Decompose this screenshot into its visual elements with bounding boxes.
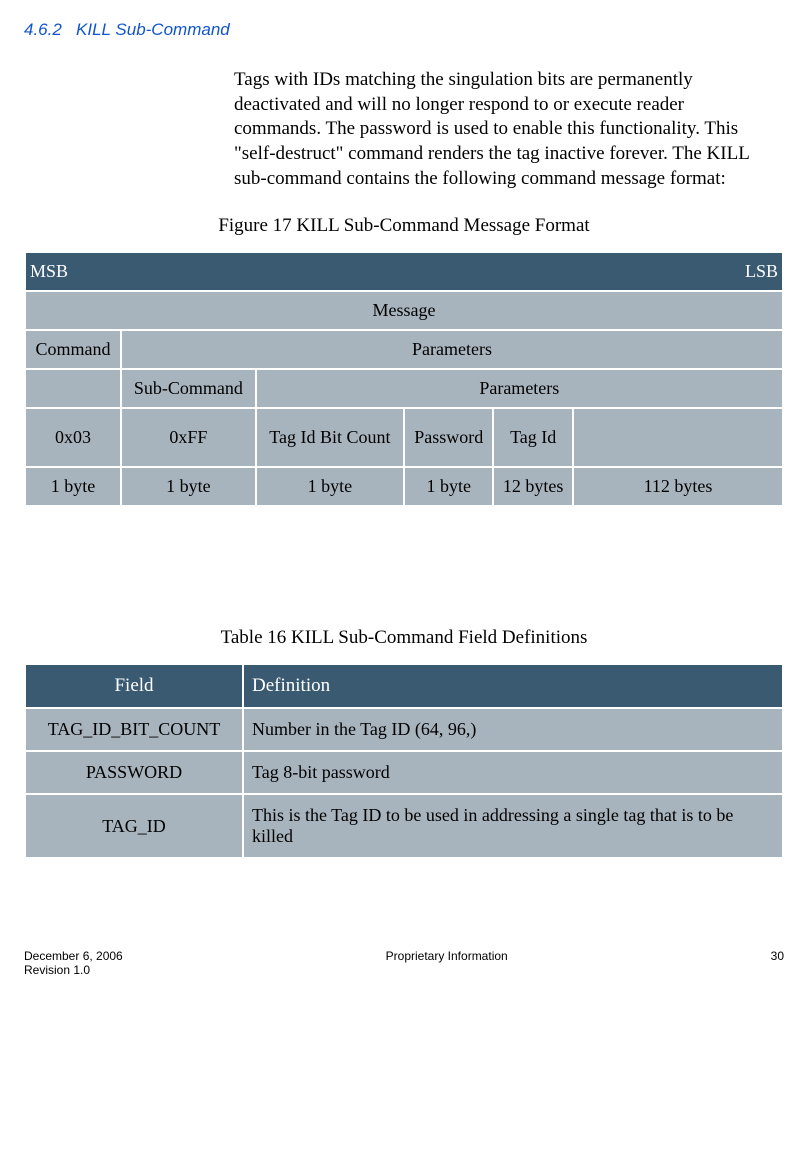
size-s1: 1 byte [122,468,255,505]
parameters-top-cell: Parameters [122,331,782,368]
section-heading: 4.6.2 KILL Sub-Command [24,20,784,40]
message-cell: Message [26,292,782,329]
lsb-label: LSB [745,261,778,282]
def-header-definition: Definition [244,665,782,707]
body-paragraph: Tags with IDs matching the singulation b… [234,68,774,191]
msb-lsb-header: MSB LSB [26,253,782,290]
parameters-sub-cell: Parameters [257,370,782,407]
footer-date: December 6, 2006 [24,949,123,963]
size-s4: 12 bytes [494,468,572,505]
footer-center: Proprietary Information [123,949,771,977]
value-c3: Password [405,409,492,466]
message-format-table: MSB LSB Message Command Parameters Sub-C… [24,251,784,507]
size-s0: 1 byte [26,468,120,505]
msb-label: MSB [30,261,68,282]
table-row-field: TAG_ID [26,795,242,857]
value-c0: 0x03 [26,409,120,466]
blank-cell [26,370,120,407]
table-row-definition: This is the Tag ID to be used in address… [244,795,782,857]
value-c1: 0xFF [122,409,255,466]
sub-command-cell: Sub-Command [122,370,255,407]
field-definitions-table: Field Definition TAG_ID_BIT_COUNT Number… [24,663,784,859]
size-s3: 1 byte [405,468,492,505]
section-number: 4.6.2 [24,20,62,39]
size-s5: 112 bytes [574,468,782,505]
size-s2: 1 byte [257,468,403,505]
command-cell: Command [26,331,120,368]
figure-caption: Figure 17 KILL Sub-Command Message Forma… [164,215,644,237]
table-row-field: PASSWORD [26,752,242,793]
table-row-field: TAG_ID_BIT_COUNT [26,709,242,750]
table-caption: Table 16 KILL Sub-Command Field Definiti… [164,627,644,649]
section-title: KILL Sub-Command [76,20,230,39]
table-row-definition: Number in the Tag ID (64, 96,) [244,709,782,750]
page-footer: December 6, 2006 Revision 1.0 Proprietar… [24,949,784,977]
value-c2: Tag Id Bit Count [257,409,403,466]
def-header-field: Field [26,665,242,707]
footer-page: 30 [771,949,784,977]
value-c5 [574,409,782,466]
footer-revision: Revision 1.0 [24,963,123,977]
value-c4: Tag Id [494,409,572,466]
table-row-definition: Tag 8-bit password [244,752,782,793]
